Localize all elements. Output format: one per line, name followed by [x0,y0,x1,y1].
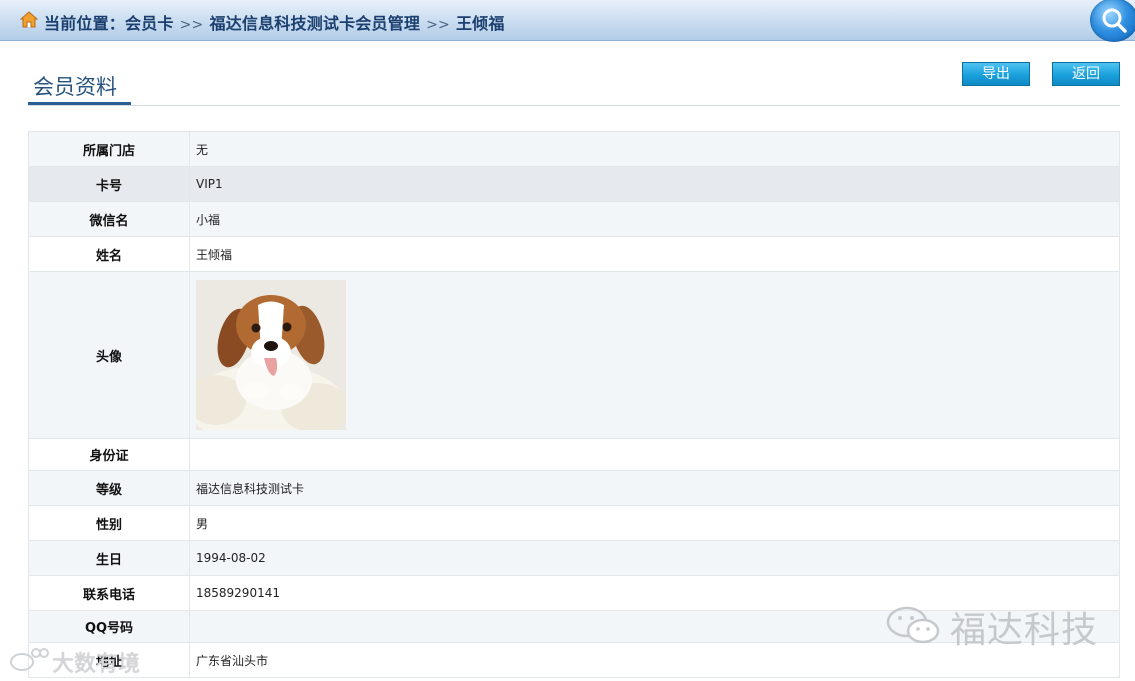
row-gender: 性别 男 [28,505,1120,541]
field-value: 男 [189,505,1120,541]
row-avatar: 头像 [28,271,1120,439]
field-label: 头像 [28,271,190,439]
search-icon [1102,8,1127,33]
breadcrumb: 当前位置：会员卡 >> 福达信息科技测试卡会员管理 >> 王倾福 [44,10,505,34]
breadcrumb-separator: >> [426,17,450,33]
row-name: 姓名 王倾福 [28,236,1120,272]
row-level: 等级 福达信息科技测试卡 [28,470,1120,506]
avatar-image [196,280,346,430]
home-icon[interactable] [20,11,38,28]
field-label: 微信名 [28,201,190,237]
field-label: 卡号 [28,166,190,202]
title-divider [28,105,1120,106]
row-store: 所属门店 无 [28,131,1120,167]
row-card-number: 卡号 VIP1 [28,166,1120,202]
watermark-brand: 福达科技 [950,610,1099,651]
field-label: QQ号码 [28,610,190,643]
field-label: 所属门店 [28,131,190,167]
breadcrumb-link-membership-card[interactable]: 会员卡 [125,14,174,33]
field-label: 性别 [28,505,190,541]
breadcrumb-separator: >> [179,17,204,33]
field-label: 身份证 [28,438,190,471]
breadcrumb-bar: 当前位置：会员卡 >> 福达信息科技测试卡会员管理 >> 王倾福 [0,0,1135,42]
field-label: 联系电话 [28,575,190,611]
row-wechat-name: 微信名 小福 [28,201,1120,237]
field-value [189,438,1120,471]
wechat-icon [886,606,940,644]
field-value: 1994-08-02 [189,540,1120,576]
field-label: 生日 [28,540,190,576]
field-value: 无 [189,131,1120,167]
search-button[interactable] [1090,0,1135,42]
field-value: 福达信息科技测试卡 [189,470,1120,506]
page-title: 会员资料 [33,75,117,99]
breadcrumb-link-member-management[interactable]: 福达信息科技测试卡会员管理 [210,14,421,33]
field-value: VIP1 [189,166,1120,202]
watermark-wechat: 福达科技 [885,605,1097,653]
watermark-account: 大数有境 [52,652,141,677]
breadcrumb-prefix: 当前位置： [44,14,126,33]
weibo-icon [10,648,49,671]
member-info-table: 所属门店 无 卡号 VIP1 微信名 小福 姓名 王倾福 头像 身份证 等级 福… [28,131,1120,678]
row-id-card: 身份证 [28,438,1120,471]
field-value: 小福 [189,201,1120,237]
field-label: 姓名 [28,236,190,272]
export-button[interactable]: 导出 [962,62,1030,86]
field-value: 王倾福 [189,236,1120,272]
field-label: 等级 [28,470,190,506]
watermark-weibo: 大数有境 [8,645,140,678]
back-button[interactable]: 返回 [1052,62,1120,86]
row-birthday: 生日 1994-08-02 [28,540,1120,576]
breadcrumb-current: 王倾福 [455,14,505,33]
